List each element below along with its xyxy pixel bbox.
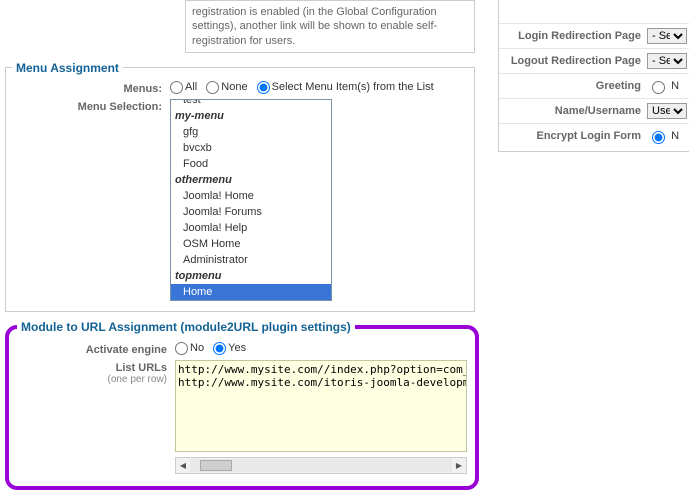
menu-selection-label: Menu Selection: — [12, 99, 170, 113]
name-username-label: Name/Username — [501, 105, 647, 117]
menus-radio-group: All None Select Menu Item(s) from the Li… — [170, 81, 468, 94]
menus-all-radio[interactable] — [170, 81, 183, 94]
listbox-item[interactable]: Food — [171, 156, 331, 172]
list-urls-label: List URLs (one per row) — [17, 360, 175, 385]
listbox-item[interactable]: Home — [171, 284, 331, 300]
encrypt-label: Encrypt Login Form — [501, 130, 647, 142]
module2url-legend: Module to URL Assignment (module2URL plu… — [17, 320, 355, 334]
textarea-hscrollbar[interactable]: ◀ ▶ — [175, 457, 467, 474]
greeting-label: Greeting — [501, 80, 647, 92]
menus-none-label: None — [221, 81, 247, 93]
encrypt-radio[interactable] — [652, 131, 665, 144]
logout-redir-select[interactable]: - Sele — [647, 53, 687, 69]
menus-select-label: Select Menu Item(s) from the List — [272, 81, 434, 93]
listbox-item[interactable]: bvcxb — [171, 140, 331, 156]
menus-all-label: All — [185, 81, 197, 93]
module-description: registration is enabled (in the Global C… — [185, 0, 475, 53]
listbox-item[interactable]: Administrator — [171, 252, 331, 268]
scroll-left-icon[interactable]: ◀ — [176, 461, 190, 470]
list-urls-textarea[interactable] — [175, 360, 467, 452]
listbox-group-header: my-menu — [171, 108, 331, 124]
menu-assignment-legend: Menu Assignment — [12, 61, 123, 75]
activate-yes-label: Yes — [228, 342, 246, 354]
listbox-item[interactable]: gfg — [171, 124, 331, 140]
listbox-item[interactable]: Joomla! Forums — [171, 204, 331, 220]
listbox-item[interactable]: Joomla! Help — [171, 220, 331, 236]
activate-no-label: No — [190, 342, 204, 354]
greeting-radio[interactable] — [652, 81, 665, 94]
listbox-item[interactable]: Joomla! Home — [171, 188, 331, 204]
activate-yes-radio[interactable] — [213, 342, 226, 355]
encrypt-opt: N — [671, 130, 679, 142]
activate-engine-label: Activate engine — [17, 342, 175, 356]
menu-selection-listbox[interactable]: News Feedstesttestmy-menugfgbvcxbFoodoth… — [170, 99, 332, 301]
login-redir-select[interactable]: - Sele — [647, 28, 687, 44]
login-redir-label: Login Redirection Page — [501, 30, 647, 42]
activate-no-radio[interactable] — [175, 342, 188, 355]
listbox-item[interactable]: OSM Home — [171, 236, 331, 252]
scroll-thumb[interactable] — [200, 460, 232, 471]
scroll-right-icon[interactable]: ▶ — [452, 461, 466, 470]
listbox-item[interactable]: test — [171, 99, 331, 108]
menus-label: Menus: — [12, 81, 170, 95]
menu-assignment-fieldset: Menu Assignment Menus: All None Select M… — [5, 61, 475, 312]
module2url-fieldset: Module to URL Assignment (module2URL plu… — [5, 320, 479, 490]
name-username-select[interactable]: Usern — [647, 103, 687, 119]
right-params-panel: Login Redirection Page - Sele Logout Red… — [498, 0, 689, 152]
menus-none-radio[interactable] — [206, 81, 219, 94]
menus-select-radio[interactable] — [257, 81, 270, 94]
greeting-opt: N — [671, 80, 679, 92]
listbox-group-header: othermenu — [171, 172, 331, 188]
logout-redir-label: Logout Redirection Page — [501, 55, 647, 67]
listbox-group-header: topmenu — [171, 268, 331, 284]
